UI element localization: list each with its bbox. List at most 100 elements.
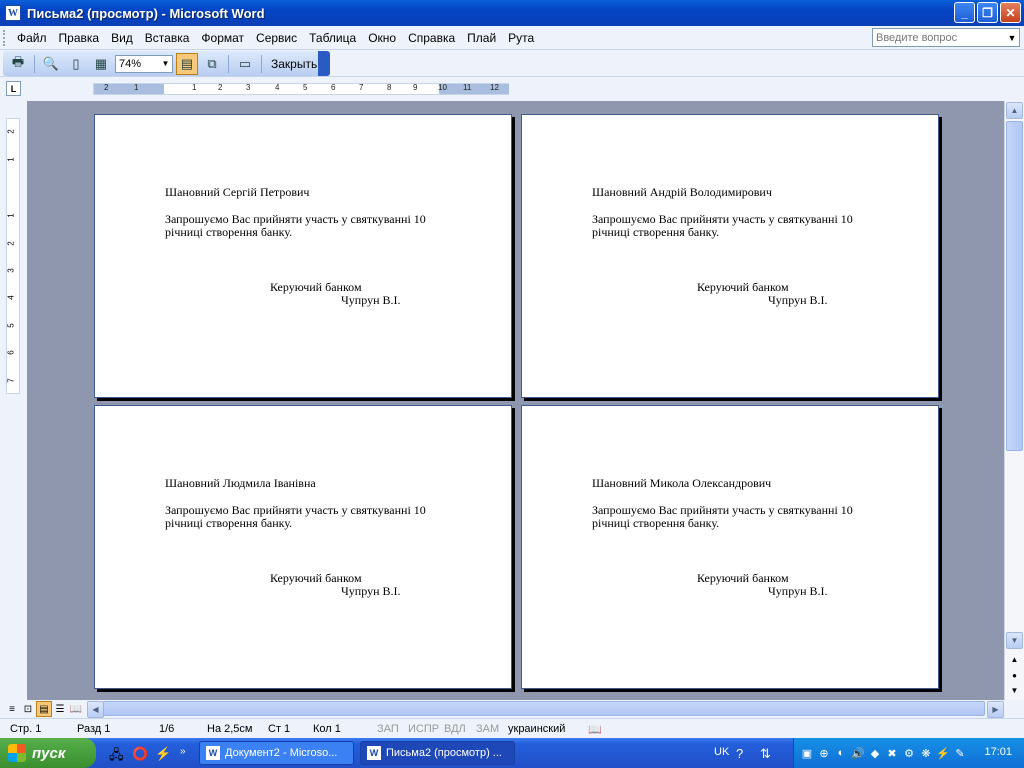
- opera-icon[interactable]: ⭕: [132, 746, 148, 762]
- tray-app-icon[interactable]: ⚡: [936, 746, 950, 760]
- menu-grip: [3, 29, 6, 46]
- menu-table[interactable]: Таблица: [303, 31, 362, 45]
- status-position: На 2,5см: [207, 723, 253, 735]
- ruler-row: L 2 1 1 2 3 4 5 6 7 8 9 10 11 12: [0, 77, 1024, 101]
- outline-view-icon[interactable]: ☰: [52, 701, 68, 717]
- chevron-down-icon[interactable]: ▼: [159, 56, 172, 72]
- ruler-tick: 5: [6, 323, 16, 328]
- task-pisma2[interactable]: W Письма2 (просмотр) ...: [360, 741, 515, 765]
- menu-tools[interactable]: Сервис: [250, 31, 303, 45]
- invite-text: Запрошуємо Вас прийняти участь у святкув…: [592, 212, 853, 239]
- next-page-icon[interactable]: ▼: [1006, 682, 1023, 699]
- volume-icon[interactable]: 🔊: [851, 746, 865, 760]
- shrink-to-fit-icon[interactable]: ⧉: [201, 53, 223, 75]
- view-ruler-icon[interactable]: ▤: [176, 52, 198, 75]
- menu-edit[interactable]: Правка: [53, 31, 106, 45]
- word-app-icon[interactable]: W: [5, 5, 21, 21]
- help-placeholder: Введите вопрос: [876, 31, 958, 44]
- language-indicator[interactable]: UK: [714, 746, 729, 758]
- vertical-ruler[interactable]: 2 1 1 2 3 4 5 6 7: [6, 118, 20, 394]
- network-icon[interactable]: 🖧: [109, 746, 124, 768]
- greeting: Шановний Микола Олександрович: [592, 476, 772, 490]
- tray-app-icon[interactable]: ✖: [885, 746, 899, 760]
- minimize-button[interactable]: _: [954, 2, 975, 23]
- print-view-icon[interactable]: ▤: [36, 701, 52, 717]
- status-line: Ст 1: [268, 723, 291, 735]
- document-area[interactable]: Шановний Сергій Петрович Запрошуємо Вас …: [27, 101, 1004, 700]
- one-page-icon[interactable]: ▯: [65, 53, 87, 75]
- tray-app-icon[interactable]: ▣: [800, 746, 814, 760]
- ime-icon[interactable]: ⇅: [760, 746, 771, 762]
- page[interactable]: Шановний Сергій Петрович Запрошуємо Вас …: [94, 114, 512, 398]
- ruler-tick: 2: [218, 83, 223, 92]
- menu-file[interactable]: Файл: [11, 31, 53, 45]
- scroll-up-icon[interactable]: ▲: [1006, 102, 1023, 119]
- status-track[interactable]: ИСПР: [408, 723, 439, 735]
- menu-window[interactable]: Окно: [362, 31, 402, 45]
- ruler-tick: 10: [438, 83, 447, 92]
- invite-text: Запрошуємо Вас прийняти участь у святкув…: [592, 503, 853, 530]
- horizontal-ruler[interactable]: 2 1 1 2 3 4 5 6 7 8 9 10 11 12: [93, 83, 509, 95]
- tray-app-icon[interactable]: ⚙: [902, 746, 916, 760]
- menu-insert[interactable]: Вставка: [139, 31, 196, 45]
- web-view-icon[interactable]: ⊡: [20, 701, 36, 717]
- tab-selector[interactable]: L: [6, 81, 21, 96]
- scroll-down-icon[interactable]: ▼: [1006, 632, 1023, 649]
- menu-help[interactable]: Справка: [402, 31, 461, 45]
- taskbar: пуск 🖧 ⭕ ⚡ » W Документ2 - Microso... W …: [0, 738, 1024, 768]
- start-button[interactable]: пуск: [0, 738, 96, 768]
- window-title: Письма2 (просмотр) - Microsoft Word: [27, 5, 265, 21]
- word-doc-icon: W: [367, 746, 381, 760]
- reading-view-icon[interactable]: 📖: [68, 701, 84, 717]
- multiple-pages-icon[interactable]: ▦: [90, 53, 112, 75]
- task-document2[interactable]: W Документ2 - Microso...: [199, 741, 354, 765]
- full-screen-icon[interactable]: ▭: [234, 53, 256, 75]
- status-language[interactable]: украинский: [508, 723, 565, 735]
- ruler-tick: 12: [490, 83, 499, 92]
- page[interactable]: Шановний Андрій Володимирович Запрошуємо…: [521, 114, 939, 398]
- normal-view-icon[interactable]: ≡: [4, 701, 20, 717]
- status-record[interactable]: ЗАП: [377, 723, 399, 735]
- word-doc-icon: W: [206, 746, 220, 760]
- vertical-scrollbar[interactable]: ▲ ▼ ▲ ● ▼: [1004, 101, 1024, 700]
- tray-app-icon[interactable]: ◐: [834, 746, 848, 760]
- menu-ruta[interactable]: Рута: [502, 31, 540, 45]
- tray-app-icon[interactable]: ✎: [953, 746, 967, 760]
- ruler-tick: 8: [387, 83, 392, 92]
- help-question-input[interactable]: Введите вопрос ▼: [872, 28, 1020, 47]
- scroll-left-icon[interactable]: ◀: [87, 701, 104, 718]
- magnifier-icon[interactable]: 🔍: [40, 53, 62, 75]
- tray-app-icon[interactable]: ⊕: [817, 746, 831, 760]
- status-section: Разд 1: [77, 723, 111, 735]
- print-icon[interactable]: 🖶: [7, 53, 29, 75]
- zoom-value: 74%: [119, 57, 142, 70]
- task-label: Письма2 (просмотр) ...: [386, 747, 502, 759]
- help-icon[interactable]: ?: [736, 746, 743, 761]
- menu-view[interactable]: Вид: [105, 31, 139, 45]
- toolbar-options-icon[interactable]: [318, 51, 330, 76]
- tray-app-icon[interactable]: ❋: [919, 746, 933, 760]
- previous-page-icon[interactable]: ▲: [1006, 651, 1023, 668]
- lightning-icon[interactable]: ⚡: [155, 746, 171, 762]
- menu-plai[interactable]: Плай: [461, 31, 502, 45]
- page[interactable]: Шановний Микола Олександрович Запрошуємо…: [521, 405, 939, 689]
- scroll-right-icon[interactable]: ▶: [987, 701, 1004, 718]
- ruler-tick: 4: [275, 83, 280, 92]
- close-window-button[interactable]: ✕: [1000, 2, 1021, 23]
- page[interactable]: Шановний Людмила Іванівна Запрошуємо Вас…: [94, 405, 512, 689]
- spelling-status-icon[interactable]: 📖: [588, 723, 602, 736]
- horizontal-scroll-thumb[interactable]: [103, 701, 985, 716]
- restore-button[interactable]: ❐: [977, 2, 998, 23]
- ruler-tick: 2: [6, 241, 16, 246]
- chevron-right-icon[interactable]: »: [180, 746, 186, 757]
- close-preview-button[interactable]: Закрыть: [267, 57, 321, 71]
- vertical-scroll-thumb[interactable]: [1006, 121, 1023, 451]
- ati-icon[interactable]: ◆: [868, 746, 882, 760]
- status-extend[interactable]: ВДЛ: [444, 723, 466, 735]
- clock[interactable]: 17:01: [984, 746, 1012, 758]
- chevron-down-icon[interactable]: ▼: [1005, 29, 1019, 46]
- sign-name: Чупрун В.І.: [768, 584, 828, 598]
- zoom-select[interactable]: 74% ▼: [115, 54, 173, 73]
- status-overtype[interactable]: ЗАМ: [476, 723, 499, 735]
- menu-format[interactable]: Формат: [195, 31, 250, 45]
